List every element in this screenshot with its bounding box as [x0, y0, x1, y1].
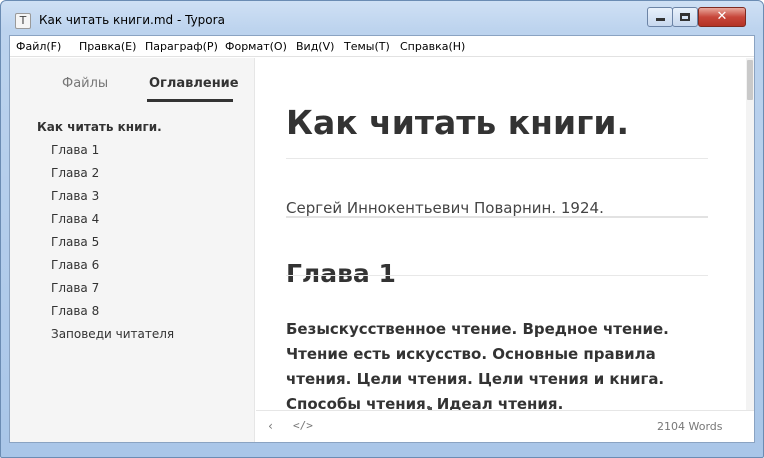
- maximize-icon: [680, 13, 690, 21]
- outline-item-chapter-8[interactable]: Глава 8: [51, 304, 99, 318]
- menu-bar: Файл(F) Правка(E) Параграф(P) Формат(O) …: [10, 36, 754, 57]
- menu-edit[interactable]: Правка(E): [79, 40, 136, 53]
- toggle-sidebar-icon[interactable]: ‹: [267, 419, 274, 433]
- tab-files[interactable]: Файлы: [62, 76, 108, 91]
- outline-item-title[interactable]: Как читать книги.: [37, 120, 162, 134]
- minimize-button[interactable]: [647, 7, 673, 27]
- minimize-icon: [655, 18, 665, 21]
- document-author[interactable]: Сергей Иннокентьевич Поварнин. 1924.: [286, 199, 604, 217]
- typora-app-icon: T: [15, 13, 31, 29]
- outline-item-chapter-4[interactable]: Глава 4: [51, 212, 99, 226]
- chapter-summary-paragraph[interactable]: Безыскусственное чтение. Вредное чтение.…: [286, 317, 706, 410]
- editor-scrollbar[interactable]: [746, 58, 754, 410]
- outline-item-chapter-5[interactable]: Глава 5: [51, 235, 99, 249]
- menu-themes[interactable]: Темы(T): [344, 40, 390, 53]
- menu-file[interactable]: Файл(F): [16, 40, 61, 53]
- outline-item-reader-commandments[interactable]: Заповеди читателя: [51, 327, 174, 341]
- close-button[interactable]: ✕: [698, 7, 746, 27]
- menu-paragraph[interactable]: Параграф(P): [145, 40, 218, 53]
- client-area: Файл(F) Правка(E) Параграф(P) Формат(O) …: [9, 35, 755, 443]
- menu-help[interactable]: Справка(H): [400, 40, 465, 53]
- app-window: T Как читать книги.md - Typora ✕ Файл(F)…: [0, 0, 764, 458]
- title-bar[interactable]: T Как читать книги.md - Typora ✕: [1, 1, 763, 35]
- menu-view[interactable]: Вид(V): [296, 40, 334, 53]
- outline-item-chapter-6[interactable]: Глава 6: [51, 258, 99, 272]
- source-code-mode-icon[interactable]: </>: [293, 419, 313, 432]
- document-title[interactable]: Как читать книги.: [286, 103, 629, 142]
- active-tab-indicator: [147, 99, 233, 102]
- window-title: Как читать книги.md - Typora: [39, 13, 225, 27]
- menu-format[interactable]: Формат(O): [225, 40, 287, 53]
- close-icon: ✕: [716, 9, 728, 24]
- word-count[interactable]: 2104 Words: [657, 420, 723, 433]
- scrollbar-thumb[interactable]: [747, 60, 753, 100]
- outline-item-chapter-2[interactable]: Глава 2: [51, 166, 99, 180]
- heading-underline: [286, 275, 708, 276]
- editor-pane[interactable]: Как читать книги. Сергей Иннокентьевич П…: [256, 58, 746, 410]
- tab-outline[interactable]: Оглавление: [149, 76, 239, 91]
- chapter-heading[interactable]: Глава 1: [286, 259, 396, 288]
- maximize-button[interactable]: [672, 7, 698, 27]
- title-underline: [286, 158, 708, 159]
- status-bar: ‹ </> 2104 Words: [256, 410, 754, 442]
- horizontal-rule: [286, 216, 708, 218]
- sidebar: Файлы Оглавление Как читать книги. Глава…: [10, 58, 255, 442]
- outline-item-chapter-1[interactable]: Глава 1: [51, 143, 99, 157]
- outline-item-chapter-3[interactable]: Глава 3: [51, 189, 99, 203]
- outline-item-chapter-7[interactable]: Глава 7: [51, 281, 99, 295]
